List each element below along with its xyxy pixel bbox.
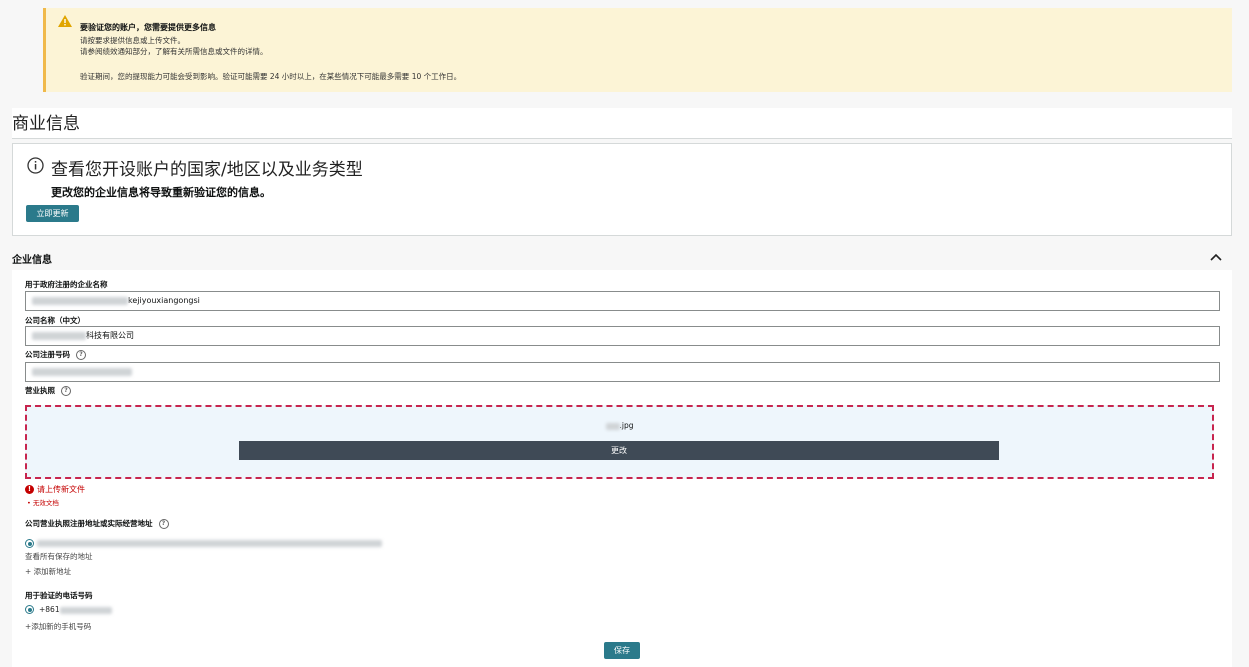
gov-name-label: 用于政府注册的企业名称 [25,280,108,289]
help-icon[interactable]: ? [61,386,71,396]
banner-line-3: 验证期间，您的提现能力可能会受到影响。验证可能需要 24 小时以上，在某些情况下… [80,72,462,81]
add-address-link[interactable]: + 添加新地址 [25,566,71,577]
view-saved-addresses-link[interactable]: 查看所有保存的地址 [25,551,93,562]
enterprise-section-label: 企业信息 [12,255,52,266]
cn-name-input[interactable]: 科技有限公司 [25,326,1220,346]
gov-name-input[interactable]: kejiyouxiangongsi [25,291,1220,311]
chevron-up-icon[interactable] [1210,252,1222,262]
redacted-text [605,422,620,430]
error-icon: ! [25,485,34,494]
address-radio[interactable] [25,539,34,548]
add-phone-link[interactable]: +添加新的手机号码 [25,621,91,632]
update-now-button[interactable]: 立即更新 [26,205,79,222]
license-label: 营业执照? [25,385,71,396]
error-detail-text: 无效文档 [32,499,59,507]
phone-label: 用于验证的电话号码 [25,591,93,600]
redacted-phone [59,606,112,614]
warning-icon [58,15,72,27]
address-label-text: 公司营业执照注册地址或实际经营地址 [25,519,153,528]
phone-number: +861 [39,605,112,614]
phone-prefix: +861 [39,605,60,614]
page-title: 商业信息 [12,114,80,134]
help-icon[interactable]: ? [76,350,86,360]
verification-warning-banner: 要验证您的账户，您需要提供更多信息 请按要求提供信息或上传文件。 请参阅绩效通知… [43,8,1232,92]
error-title: 请上传新文件 [37,485,85,494]
banner-line-1: 请按要求提供信息或上传文件。 [80,36,185,45]
reg-number-label: 公司注册号码? [25,349,86,360]
banner-line-2: 请参阅绩效通知部分，了解有关所需信息或文件的详情。 [80,47,268,56]
account-type-info-box: 查看您开设账户的国家/地区以及业务类型 更改您的企业信息将导致重新验证您的信息。… [12,143,1232,236]
section-header: 商业信息 [12,108,1232,139]
license-label-text: 营业执照 [25,386,55,395]
license-upload-dropzone[interactable]: .jpg 更改 [25,405,1214,479]
banner-title: 要验证您的账户，您需要提供更多信息 [80,23,216,32]
address-label: 公司营业执照注册地址或实际经营地址? [25,518,169,529]
reg-number-label-text: 公司注册号码 [25,350,70,359]
gov-name-value: kejiyouxiangongsi [128,296,200,305]
reg-number-input[interactable] [25,362,1220,382]
redacted-text [32,367,132,376]
change-file-button[interactable]: 更改 [239,441,999,460]
info-heading: 查看您开设账户的国家/地区以及业务类型 [51,160,363,180]
file-extension: .jpg [619,421,634,430]
upload-error: ! 请上传新文件 [25,484,85,495]
phone-radio[interactable] [25,605,34,614]
redacted-text [32,296,128,305]
info-subtext: 更改您的企业信息将导致重新验证您的信息。 [51,186,271,199]
help-icon[interactable]: ? [158,519,169,529]
save-button[interactable]: 保存 [604,642,640,659]
info-icon [27,157,44,174]
uploaded-file-name: .jpg [27,421,1212,430]
redacted-text [32,331,86,340]
error-detail: • 无效文档 [27,499,59,507]
cn-name-value: 科技有限公司 [86,331,134,340]
cn-name-label: 公司名称（中文） [25,316,85,325]
redacted-address [37,540,382,547]
